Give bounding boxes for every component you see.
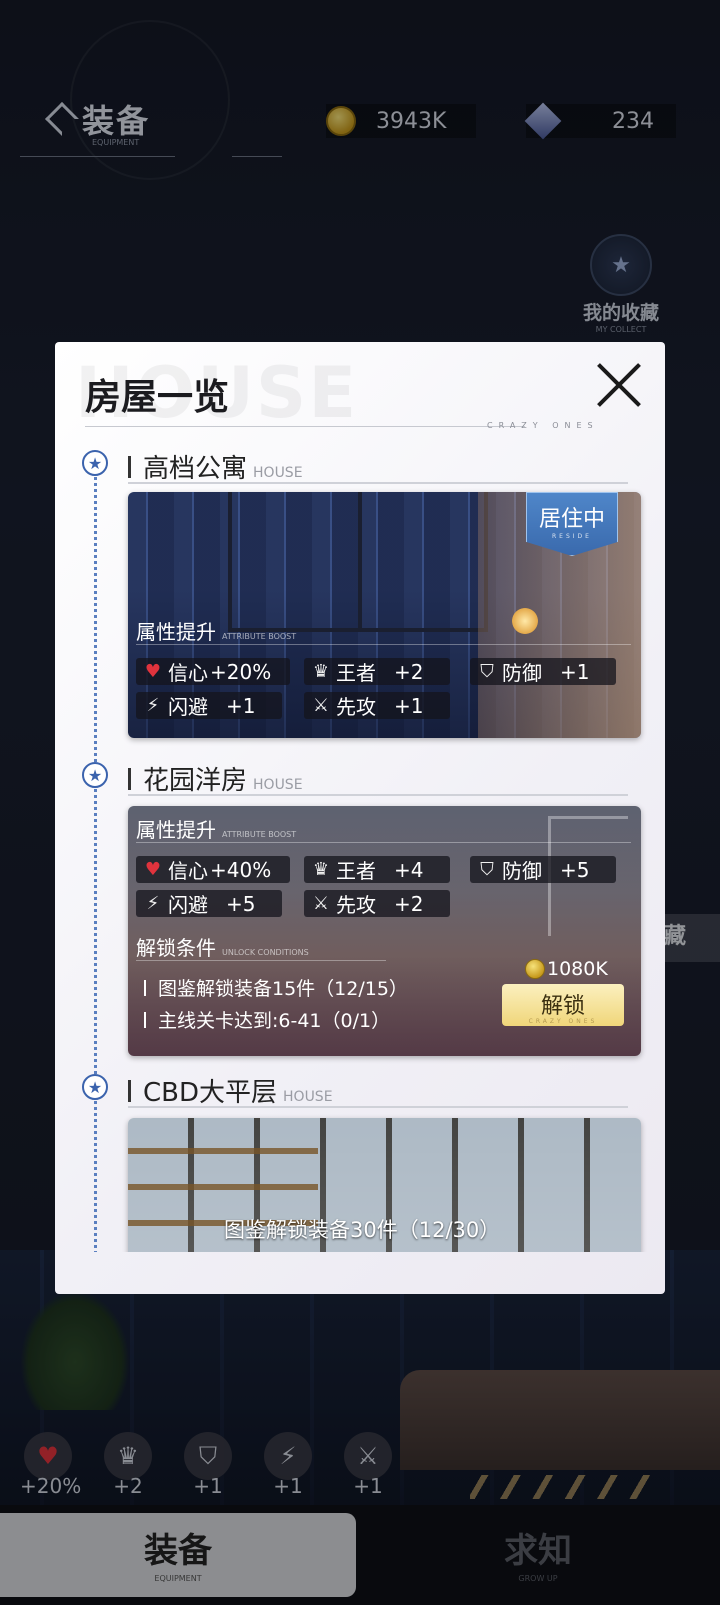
attr-subtitle: ATTRIBUTE BOOST <box>222 632 297 641</box>
stat-value: +5 <box>226 891 256 916</box>
badge-label: 居住中 <box>538 507 605 532</box>
unlock-price: 1080K <box>525 958 608 980</box>
unlock-title: 解锁条件 <box>136 936 216 960</box>
stat-pill-initiative: ⚔ 先攻 +2 <box>304 890 450 917</box>
lightning-icon: ⚡ <box>146 695 160 716</box>
stat-name: 王者 <box>336 859 376 883</box>
modal-title: 房屋一览 <box>85 377 230 418</box>
house-tag: HOUSE <box>253 465 303 481</box>
stat-value: +1 <box>394 693 424 718</box>
unlock-label: 解锁 <box>540 994 585 1019</box>
section-bar <box>128 1079 131 1102</box>
house-name: CBD大平层 <box>143 1078 278 1108</box>
stat-value: +2 <box>394 659 424 684</box>
house-card-cbd[interactable]: 图鉴解锁装备30件（12/30） <box>128 1118 641 1252</box>
house-header: 花园洋房 HOUSE <box>128 760 303 797</box>
condition-text: 图鉴解锁装备30件（12/30） <box>224 1218 501 1242</box>
stat-pill-dodge: ⚡ 闪避 +5 <box>136 890 282 917</box>
stat-pill-initiative: ⚔ 先攻 +1 <box>304 692 450 719</box>
stat-value: +4 <box>394 857 424 882</box>
attribute-boost-title: 属性提升 ATTRIBUTE BOOST <box>136 616 296 645</box>
house-tag: HOUSE <box>253 777 303 793</box>
stat-pill-defense: ⛉ 防御 +1 <box>470 658 616 685</box>
condition-text: 主线关卡达到:6-41（0/1） <box>158 1010 391 1032</box>
stat-value: +1 <box>226 693 256 718</box>
stat-pill-king: ♛ 王者 +4 <box>304 856 450 883</box>
stat-name: 信心 <box>168 661 208 685</box>
stat-pill-dodge: ⚡ 闪避 +1 <box>136 692 282 719</box>
stat-value: +2 <box>394 891 424 916</box>
crown-icon: ♛ <box>312 859 330 880</box>
stat-name: 先攻 <box>336 695 376 719</box>
shield-icon: ⛉ <box>480 661 494 682</box>
window-decoration <box>228 492 488 632</box>
heart-icon: ♥ <box>144 661 162 682</box>
lightning-icon: ⚡ <box>146 893 160 914</box>
section-divider <box>128 1106 628 1108</box>
star-icon: ★ <box>82 450 108 476</box>
house-list-modal: HOUSE 房屋一览 CRAZY ONES ★ 高档公寓 HOUSE 居住中 R… <box>55 342 665 1294</box>
crown-icon: ♛ <box>312 661 330 682</box>
stat-name: 王者 <box>336 661 376 685</box>
house-list[interactable]: ★ 高档公寓 HOUSE 居住中 RESIDE 属性提升 ATTRIBUTE B… <box>55 442 665 1252</box>
price-value: 1080K <box>547 958 608 980</box>
stat-pill-defense: ⛉ 防御 +5 <box>470 856 616 883</box>
attr-divider <box>136 842 631 843</box>
stat-pill-king: ♛ 王者 +2 <box>304 658 450 685</box>
unlock-divider <box>136 960 386 961</box>
stat-value: +1 <box>560 659 590 684</box>
section-divider <box>128 482 628 484</box>
house-card-garden[interactable]: 属性提升 ATTRIBUTE BOOST ♥ 信心 +40% ♛ 王者 +4 ⛉… <box>128 806 641 1056</box>
house-name: 高档公寓 <box>143 454 248 484</box>
heart-icon: ♥ <box>144 859 162 880</box>
lamp-decoration <box>512 608 538 634</box>
stat-name: 闪避 <box>168 695 208 719</box>
swords-icon: ⚔ <box>312 893 330 914</box>
coin-icon <box>525 959 545 979</box>
unlock-condition: 主线关卡达到:6-41（0/1） <box>144 1006 390 1033</box>
stat-name: 防御 <box>502 859 542 883</box>
house-name: 花园洋房 <box>143 766 248 796</box>
stat-pill-confidence: ♥ 信心 +40% <box>136 856 290 883</box>
title-divider <box>85 426 525 427</box>
house-header: CBD大平层 HOUSE <box>128 1072 333 1109</box>
stat-name: 防御 <box>502 661 542 685</box>
attribute-boost-title: 属性提升 ATTRIBUTE BOOST <box>136 814 296 843</box>
section-divider <box>128 794 628 796</box>
stat-value: +20% <box>210 659 272 684</box>
swords-icon: ⚔ <box>312 695 330 716</box>
unlock-subtitle: UNLOCK CONDITIONS <box>222 948 309 957</box>
unlock-condition: 图鉴解锁装备15件（12/15） <box>144 974 408 1001</box>
shield-icon: ⛉ <box>480 859 494 880</box>
stat-name: 先攻 <box>336 893 376 917</box>
stat-name: 信心 <box>168 859 208 883</box>
unlock-sublabel: CRAZY ONES <box>528 1018 598 1025</box>
section-bar <box>128 455 131 478</box>
badge-sublabel: RESIDE <box>552 533 592 540</box>
attr-title: 属性提升 <box>136 620 216 644</box>
close-icon[interactable] <box>595 360 643 408</box>
brand-text: CRAZY ONES <box>487 421 599 430</box>
stat-value: +40% <box>210 857 272 882</box>
unlock-button[interactable]: 解锁 CRAZY ONES <box>502 984 624 1026</box>
house-tag: HOUSE <box>283 1089 333 1105</box>
house-card-apartment[interactable]: 居住中 RESIDE 属性提升 ATTRIBUTE BOOST ♥ 信心 +20… <box>128 492 641 738</box>
attr-title: 属性提升 <box>136 818 216 842</box>
stat-pill-confidence: ♥ 信心 +20% <box>136 658 290 685</box>
section-bar <box>128 767 131 790</box>
star-icon: ★ <box>82 762 108 788</box>
stat-name: 闪避 <box>168 893 208 917</box>
star-icon: ★ <box>82 1074 108 1100</box>
condition-text: 图鉴解锁装备15件（12/15） <box>158 978 408 1000</box>
attr-subtitle: ATTRIBUTE BOOST <box>222 830 297 839</box>
stat-value: +5 <box>560 857 590 882</box>
unlock-conditions-title: 解锁条件 UNLOCK CONDITIONS <box>136 932 309 961</box>
attr-divider <box>136 644 631 645</box>
house-header: 高档公寓 HOUSE <box>128 448 303 485</box>
condition-bar <box>144 979 146 996</box>
timeline-line <box>94 464 97 1252</box>
condition-bar <box>144 1011 146 1028</box>
